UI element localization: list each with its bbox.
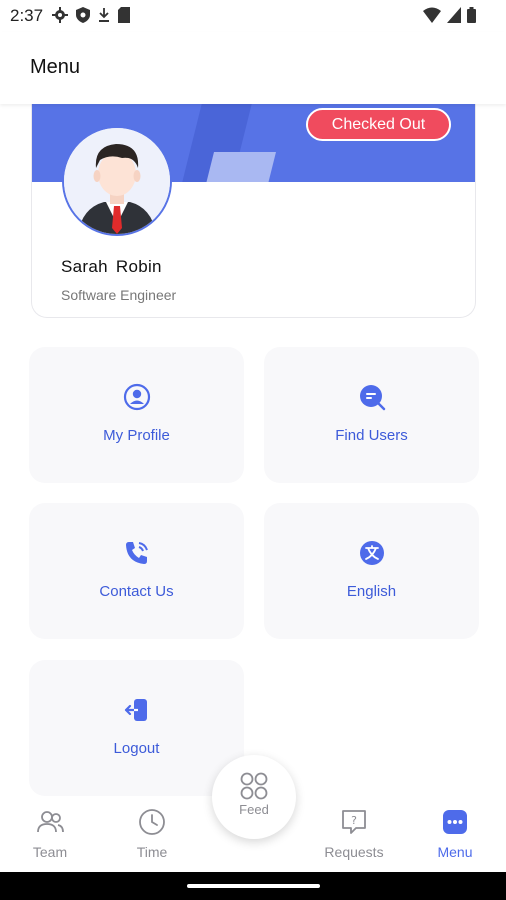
menu-dots-icon xyxy=(443,810,467,834)
language-tile[interactable]: English xyxy=(264,503,479,639)
status-time: 2:37 xyxy=(10,6,44,25)
nav-item-team[interactable]: Team xyxy=(5,808,95,860)
user-name: Sarah Robin xyxy=(61,257,162,276)
nav-item-menu[interactable]: Menu xyxy=(410,808,500,860)
user-role: Software Engineer xyxy=(61,287,177,303)
wifi-icon xyxy=(423,7,441,23)
avatar[interactable] xyxy=(62,126,172,236)
logout-tile[interactable]: Logout xyxy=(29,660,244,796)
phone-ringing-icon xyxy=(126,542,148,564)
nav-label: Requests xyxy=(324,844,384,860)
status-badge[interactable]: Checked Out xyxy=(306,108,451,141)
grid-icon xyxy=(240,772,268,800)
logout-icon xyxy=(124,699,147,721)
users-icon xyxy=(37,811,64,833)
contact-us-tile[interactable]: Contact Us xyxy=(29,503,244,639)
nav-item-feed[interactable]: Feed xyxy=(212,755,296,839)
battery-icon xyxy=(467,7,476,23)
page-title: Menu xyxy=(30,56,81,78)
tile-label: Find Users xyxy=(335,427,408,444)
app-bar: Menu xyxy=(0,32,506,104)
nav-item-time[interactable]: Time xyxy=(107,808,197,860)
find-users-tile[interactable]: Find Users xyxy=(264,347,479,483)
nav-label: Menu xyxy=(437,844,473,860)
language-icon xyxy=(360,541,384,565)
status-right-icons xyxy=(423,7,476,23)
svg-text:?: ? xyxy=(351,814,357,827)
shield-icon xyxy=(76,7,90,23)
search-chat-icon xyxy=(360,385,386,411)
tile-label: Logout xyxy=(113,740,160,757)
cell-signal-icon xyxy=(447,7,461,23)
clock-icon xyxy=(139,809,165,835)
user-circle-icon xyxy=(123,383,151,411)
home-gesture-handle[interactable] xyxy=(187,884,320,888)
gear-icon xyxy=(52,7,68,23)
profile-card[interactable]: Checked Out Sarah Robin Software Enginee… xyxy=(31,104,476,318)
nav-label: Feed xyxy=(239,802,269,817)
system-nav-bar xyxy=(0,872,506,900)
nav-label: Team xyxy=(32,844,68,860)
nav-item-requests[interactable]: ? Requests xyxy=(309,808,399,860)
status-bar: 2:37 xyxy=(0,0,506,32)
status-left-icons xyxy=(52,7,130,23)
tile-label: English xyxy=(346,583,397,600)
tile-label: Contact Us xyxy=(99,583,174,600)
banner-decoration xyxy=(206,152,276,182)
sd-card-icon xyxy=(118,7,130,23)
avatar-illustration xyxy=(64,128,170,234)
tile-label: My Profile xyxy=(103,427,170,444)
my-profile-tile[interactable]: My Profile xyxy=(29,347,244,483)
help-bubble-icon: ? xyxy=(342,810,366,834)
download-icon xyxy=(99,8,109,22)
nav-label: Time xyxy=(136,844,168,860)
